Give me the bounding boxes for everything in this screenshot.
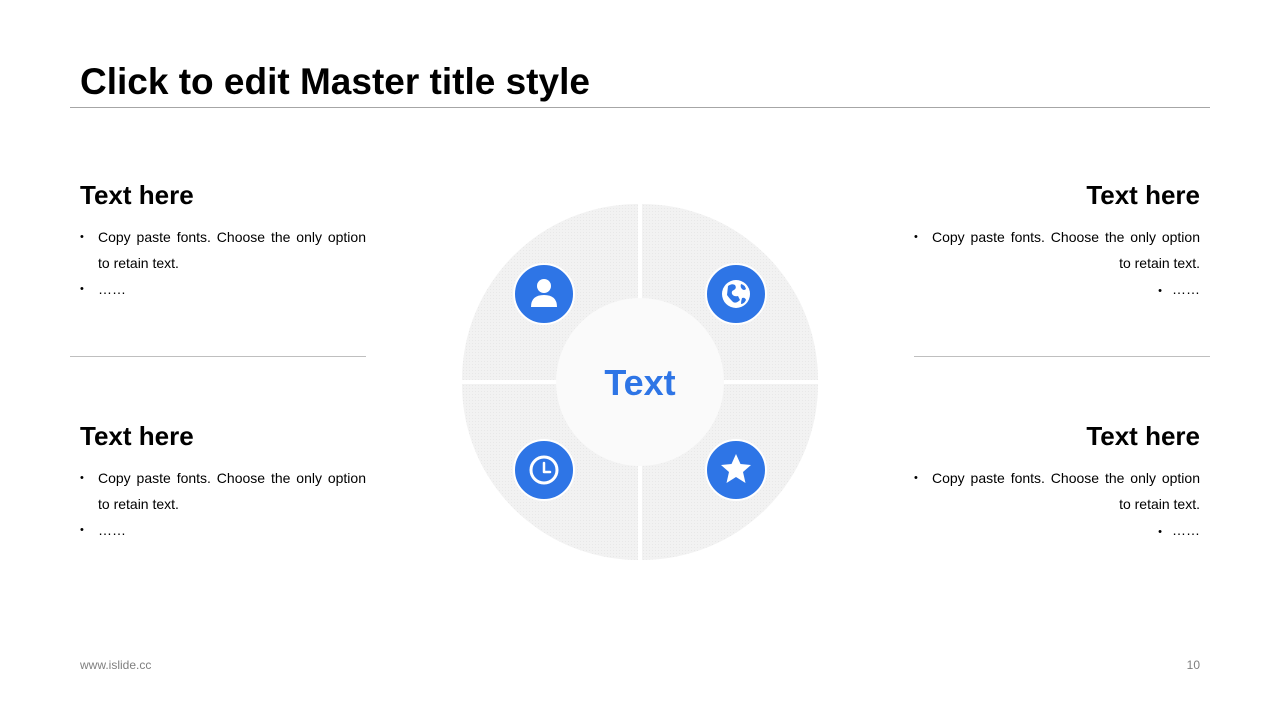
bullet-item[interactable]: Copy paste fonts. Choose the only option… bbox=[914, 465, 1200, 517]
bullet-item[interactable]: •…… bbox=[914, 276, 1200, 304]
block-heading[interactable]: Text here bbox=[914, 178, 1200, 212]
star-icon[interactable] bbox=[705, 439, 767, 501]
bullet-list: Copy paste fonts. Choose the only option… bbox=[914, 224, 1200, 304]
bullet-dot: • bbox=[1158, 285, 1162, 297]
slide-title[interactable]: Click to edit Master title style bbox=[80, 60, 590, 104]
bullet-item[interactable]: …… bbox=[80, 276, 366, 302]
text-block-bottom-left[interactable]: Text here Copy paste fonts. Choose the o… bbox=[80, 419, 366, 543]
title-underline bbox=[70, 107, 1210, 108]
footer-url: www.islide.cc bbox=[80, 658, 152, 672]
center-label[interactable]: Text bbox=[580, 358, 700, 408]
bullet-item[interactable]: •…… bbox=[914, 517, 1200, 545]
page-number: 10 bbox=[1186, 658, 1200, 672]
user-icon[interactable] bbox=[513, 263, 575, 325]
bullet-item[interactable]: Copy paste fonts. Choose the only option… bbox=[80, 224, 366, 276]
bullet-item[interactable]: …… bbox=[80, 517, 366, 543]
text-block-bottom-right[interactable]: Text here Copy paste fonts. Choose the o… bbox=[914, 419, 1200, 545]
bullet-dot: • bbox=[1158, 526, 1162, 538]
bullet-list: Copy paste fonts. Choose the only option… bbox=[914, 465, 1200, 545]
clock-icon[interactable] bbox=[513, 439, 575, 501]
bullet-list: Copy paste fonts. Choose the only option… bbox=[80, 224, 366, 302]
divider-left bbox=[70, 356, 366, 357]
bullet-list: Copy paste fonts. Choose the only option… bbox=[80, 465, 366, 543]
block-heading[interactable]: Text here bbox=[80, 419, 366, 453]
bullet-item[interactable]: Copy paste fonts. Choose the only option… bbox=[80, 465, 366, 517]
block-heading[interactable]: Text here bbox=[80, 178, 366, 212]
block-heading[interactable]: Text here bbox=[914, 419, 1200, 453]
globe-icon[interactable] bbox=[705, 263, 767, 325]
divider-right bbox=[914, 356, 1210, 357]
text-block-top-left[interactable]: Text here Copy paste fonts. Choose the o… bbox=[80, 178, 366, 302]
text-block-top-right[interactable]: Text here Copy paste fonts. Choose the o… bbox=[914, 178, 1200, 304]
bullet-item[interactable]: Copy paste fonts. Choose the only option… bbox=[914, 224, 1200, 276]
